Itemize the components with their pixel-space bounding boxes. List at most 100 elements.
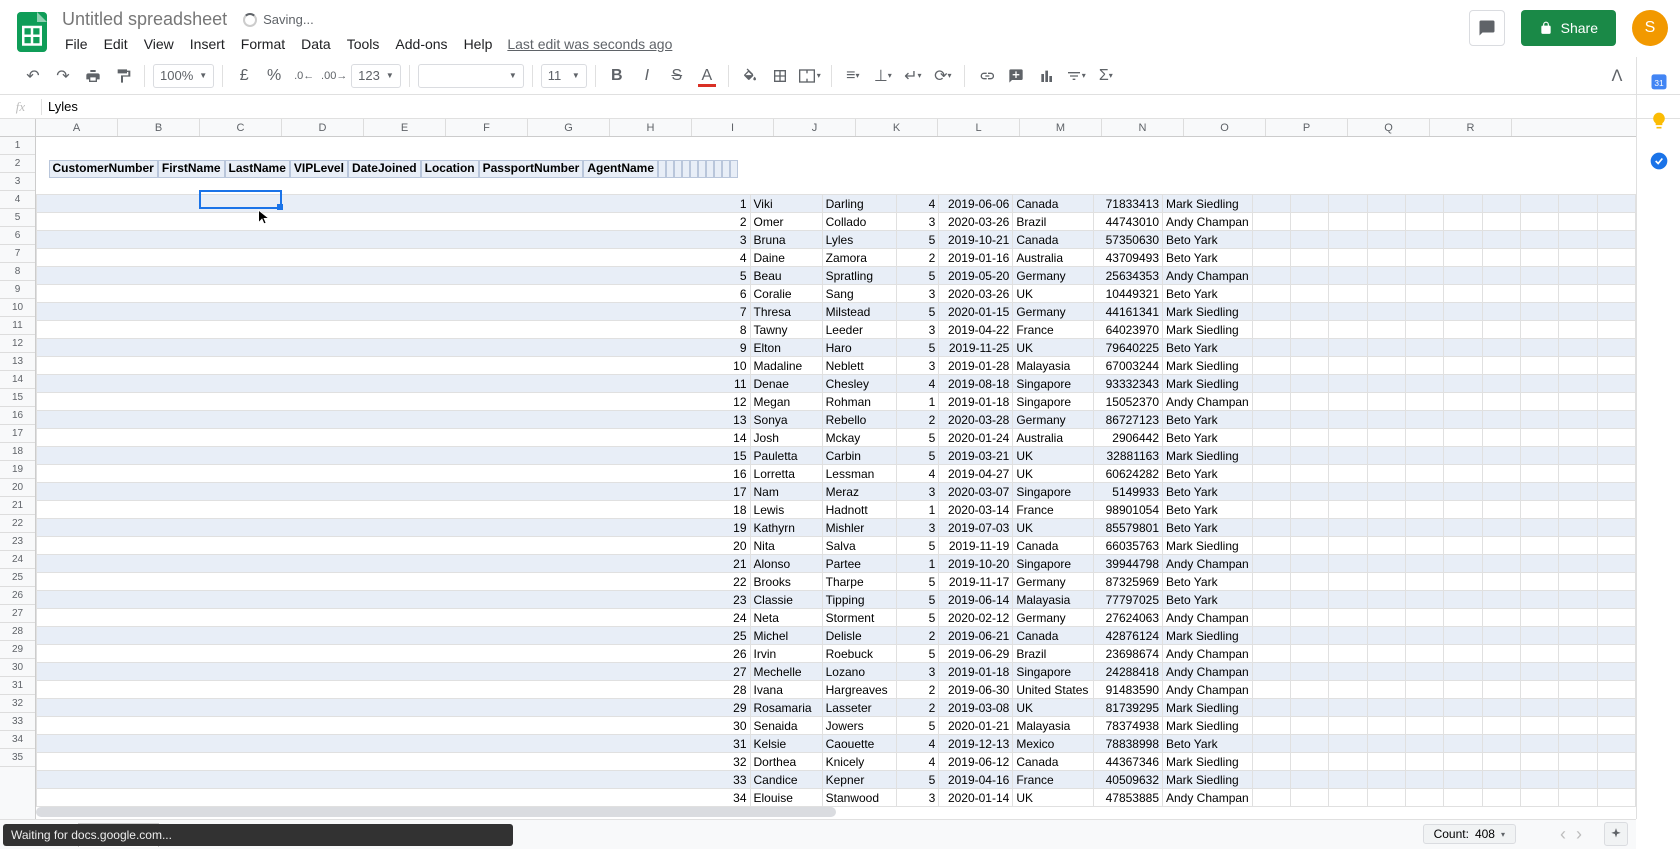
row-header-6[interactable]: 6: [0, 227, 35, 245]
cell[interactable]: 12: [37, 393, 751, 411]
cell[interactable]: [1405, 591, 1443, 609]
cell[interactable]: [1405, 303, 1443, 321]
cell[interactable]: 2019-01-18: [939, 393, 1013, 411]
cell[interactable]: 1: [897, 393, 939, 411]
cell[interactable]: [1482, 537, 1520, 555]
cell[interactable]: UK: [1013, 789, 1093, 807]
cell[interactable]: [1252, 645, 1290, 663]
print-button[interactable]: [80, 63, 106, 89]
cell[interactable]: 2020-01-21: [939, 717, 1013, 735]
cell[interactable]: [1291, 645, 1329, 663]
cell[interactable]: Andy Champan: [1163, 681, 1253, 699]
cell[interactable]: Omer: [750, 213, 822, 231]
selection-count[interactable]: Count: 408 ▾: [1423, 824, 1516, 844]
cell[interactable]: [1291, 771, 1329, 789]
menu-view[interactable]: View: [137, 33, 181, 55]
cell[interactable]: [1597, 663, 1635, 681]
row-header-22[interactable]: 22: [0, 515, 35, 533]
cell[interactable]: FirstName: [158, 160, 225, 178]
cell[interactable]: [1482, 609, 1520, 627]
cell[interactable]: 2020-03-26: [939, 213, 1013, 231]
cell[interactable]: [1559, 501, 1597, 519]
col-header-H[interactable]: H: [610, 119, 692, 136]
row-header-20[interactable]: 20: [0, 479, 35, 497]
cell[interactable]: [730, 160, 738, 178]
cell[interactable]: [1559, 447, 1597, 465]
expand-toolbar-button[interactable]: ᐱ: [1604, 63, 1630, 89]
cell[interactable]: [1444, 357, 1482, 375]
cell[interactable]: [1559, 537, 1597, 555]
cell[interactable]: [1597, 249, 1635, 267]
row-header-17[interactable]: 17: [0, 425, 35, 443]
cell[interactable]: 86727123: [1093, 411, 1162, 429]
cell[interactable]: [1367, 321, 1405, 339]
cell[interactable]: [1520, 483, 1558, 501]
cell[interactable]: [1291, 501, 1329, 519]
cell[interactable]: Beto Yark: [1163, 465, 1253, 483]
cell[interactable]: UK: [1013, 699, 1093, 717]
cell[interactable]: [1559, 393, 1597, 411]
cell[interactable]: [1559, 519, 1597, 537]
cell[interactable]: 2019-04-22: [939, 321, 1013, 339]
cell[interactable]: [1252, 375, 1290, 393]
cell[interactable]: Partee: [822, 555, 896, 573]
cell[interactable]: [1367, 573, 1405, 591]
cell[interactable]: [1252, 249, 1290, 267]
cell[interactable]: [1329, 699, 1367, 717]
col-header-I[interactable]: I: [692, 119, 774, 136]
cell[interactable]: 2: [37, 213, 751, 231]
cell[interactable]: [1559, 735, 1597, 753]
number-format-select[interactable]: 123▼: [351, 64, 401, 88]
cell[interactable]: [1520, 447, 1558, 465]
col-header-B[interactable]: B: [118, 119, 200, 136]
cell[interactable]: Mexico: [1013, 735, 1093, 753]
cell[interactable]: Elouise: [750, 789, 822, 807]
col-header-F[interactable]: F: [446, 119, 528, 136]
cell[interactable]: [1329, 303, 1367, 321]
cell[interactable]: [1559, 357, 1597, 375]
redo-button[interactable]: ↷: [50, 63, 76, 89]
cell[interactable]: [1597, 357, 1635, 375]
increase-decimal-button[interactable]: .00→: [321, 63, 347, 89]
cell[interactable]: Malayasia: [1013, 357, 1093, 375]
cell[interactable]: [1597, 519, 1635, 537]
cell[interactable]: [1444, 699, 1482, 717]
text-color-button[interactable]: A: [694, 63, 720, 89]
cell[interactable]: AgentName: [583, 160, 658, 178]
cell[interactable]: Brazil: [1013, 213, 1093, 231]
cell[interactable]: [1367, 267, 1405, 285]
cell[interactable]: [1367, 681, 1405, 699]
cell[interactable]: [1444, 717, 1482, 735]
cell[interactable]: [1405, 537, 1443, 555]
cell[interactable]: [1444, 231, 1482, 249]
insert-chart-button[interactable]: [1033, 63, 1059, 89]
row-header-15[interactable]: 15: [0, 389, 35, 407]
cell[interactable]: Elton: [750, 339, 822, 357]
cell[interactable]: Andy Champan: [1163, 609, 1253, 627]
cell[interactable]: [1252, 231, 1290, 249]
cell[interactable]: [1405, 645, 1443, 663]
cell[interactable]: Rosamaria: [750, 699, 822, 717]
cell[interactable]: 9: [37, 339, 751, 357]
cell[interactable]: [1329, 411, 1367, 429]
cell[interactable]: [1329, 483, 1367, 501]
cell[interactable]: Mark Siedling: [1163, 699, 1253, 717]
cell[interactable]: [1597, 393, 1635, 411]
row-header-16[interactable]: 16: [0, 407, 35, 425]
row-header-8[interactable]: 8: [0, 263, 35, 281]
cell[interactable]: 1: [897, 501, 939, 519]
cell[interactable]: 2019-06-06: [939, 195, 1013, 213]
col-header-M[interactable]: M: [1020, 119, 1102, 136]
cell[interactable]: [1444, 591, 1482, 609]
vertical-align-button[interactable]: ⊥ ▾: [870, 63, 896, 89]
cell[interactable]: 20: [37, 537, 751, 555]
cell[interactable]: [1291, 213, 1329, 231]
cell[interactable]: [1597, 267, 1635, 285]
cell[interactable]: 24288418: [1093, 663, 1162, 681]
cell[interactable]: [1444, 645, 1482, 663]
cell[interactable]: 2020-03-26: [939, 285, 1013, 303]
cell[interactable]: [1291, 339, 1329, 357]
cell[interactable]: Sonya: [750, 411, 822, 429]
cell[interactable]: Hadnott: [822, 501, 896, 519]
cell[interactable]: [1329, 771, 1367, 789]
